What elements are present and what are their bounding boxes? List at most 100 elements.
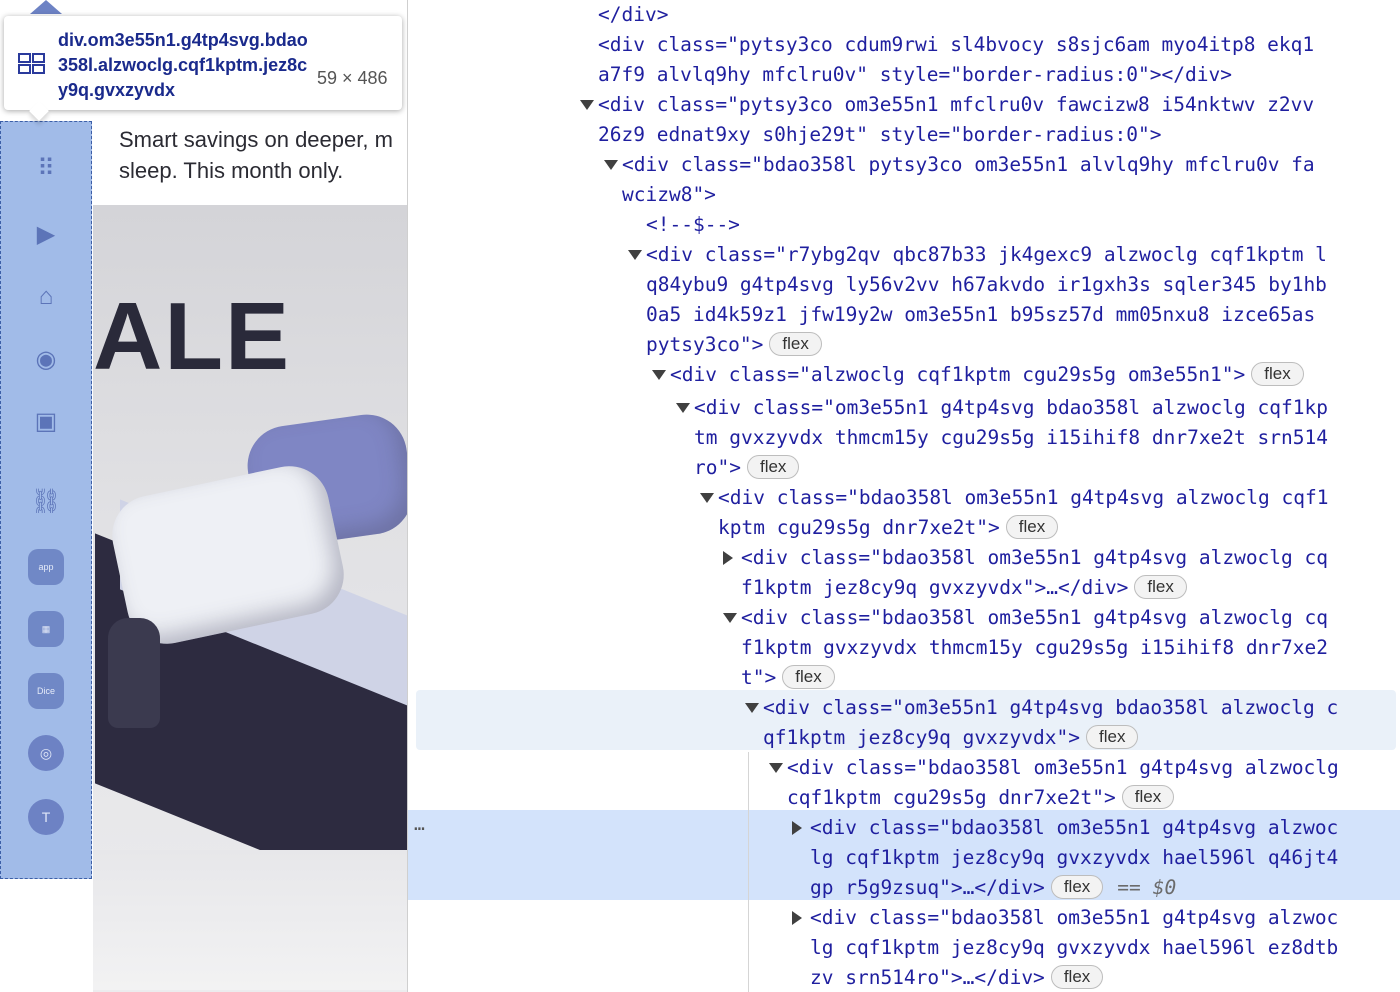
devtools-elements-panel[interactable]: </div> <div class="pytsy3co cdum9rwi sl4b… xyxy=(408,0,1400,992)
flex-badge[interactable]: flex xyxy=(1050,875,1104,899)
dom-node-line[interactable]: <div class="bdao358l om3e55n1 g4tp4svg a… xyxy=(741,543,1328,573)
flex-badge[interactable]: flex xyxy=(746,455,800,479)
dom-node-line[interactable]: <div class="bdao358l om3e55n1 g4tp4svg a… xyxy=(787,753,1339,783)
dom-node-text: </div> xyxy=(598,3,669,26)
collapse-triangle-icon[interactable] xyxy=(676,403,690,413)
dom-node-line[interactable]: wcizw8"> xyxy=(622,180,716,210)
floor-image xyxy=(93,850,407,990)
dom-node-text: <div class="bdao358l om3e55n1 g4tp4svg a… xyxy=(787,756,1339,779)
dom-node-line[interactable]: tm gvxzyvdx thmcm15y cgu29s5g i15ihif8 d… xyxy=(694,423,1328,453)
dom-node-line[interactable]: 26z9 ednat9xy s0hje29t" style="border-ra… xyxy=(598,120,1162,150)
app-icon-dice[interactable]: Dice xyxy=(28,673,64,709)
dom-node-line[interactable]: <div class="bdao358l om3e55n1 g4tp4svg a… xyxy=(810,813,1338,843)
dom-node-text: <div class="pytsy3co cdum9rwi sl4bvocy s… xyxy=(598,33,1315,56)
dom-node-text: f1kptm jez8cy9q gvxzyvdx">…</div> xyxy=(741,576,1129,599)
dom-node-line[interactable]: <!--$--> xyxy=(646,210,740,240)
expand-triangle-icon[interactable] xyxy=(792,821,802,835)
dom-node-text: gp r5g9zsuq">…</div> xyxy=(810,876,1045,899)
dom-node-text: lg cqf1kptm jez8cy9q gvxzyvdx hael596l q… xyxy=(810,846,1339,869)
video-icon[interactable]: ▶ xyxy=(28,216,64,252)
flex-badge[interactable]: flex xyxy=(1121,785,1175,809)
dom-node-line[interactable]: pytsy3co"> flex xyxy=(646,330,822,360)
flex-badge[interactable]: flex xyxy=(1085,725,1139,749)
collapse-triangle-icon[interactable] xyxy=(628,250,642,260)
tooltip-selector: div.om3e55n1.g4tp4svg.bdao358l.alzwoclg.… xyxy=(58,30,308,100)
dom-node-line[interactable]: lg cqf1kptm jez8cy9q gvxzyvdx hael596l q… xyxy=(810,843,1338,873)
dom-node-text: <div class="bdao358l om3e55n1 g4tp4svg a… xyxy=(741,546,1328,569)
app-icon-4[interactable]: ◎ xyxy=(28,735,64,771)
collapse-triangle-icon[interactable] xyxy=(700,493,714,503)
flex-badge[interactable]: flex xyxy=(1005,515,1059,539)
dom-node-text: <div class="alzwoclg cqf1kptm cgu29s5g o… xyxy=(670,363,1246,386)
indent-guide xyxy=(748,752,749,992)
dom-node-line[interactable]: </div> xyxy=(598,0,668,30)
collapse-triangle-icon[interactable] xyxy=(580,100,594,110)
more-options-icon[interactable]: … xyxy=(414,814,425,835)
app-icon-t[interactable]: T xyxy=(28,799,64,835)
up-arrow-icon xyxy=(30,0,62,14)
collapse-triangle-icon[interactable] xyxy=(604,160,618,170)
dom-node-text: <div class="bdao358l om3e55n1 g4tp4svg a… xyxy=(741,606,1328,629)
dom-node-line[interactable]: lg cqf1kptm jez8cy9q gvxzyvdx hael596l e… xyxy=(810,933,1338,963)
dom-node-text: wcizw8"> xyxy=(622,183,716,206)
tooltip-dimensions: 59 × 486 xyxy=(317,68,388,88)
dom-node-line[interactable]: f1kptm gvxzyvdx thmcm15y cgu29s5g i15ihi… xyxy=(741,633,1328,663)
flex-badge[interactable]: flex xyxy=(1050,965,1104,989)
dom-node-text: 0a5 id4k59z1 jfw19y2w om3e55n1 b95sz57d … xyxy=(646,303,1316,326)
flex-badge[interactable]: flex xyxy=(1134,575,1187,599)
link-icon[interactable]: ⛓ xyxy=(28,483,64,519)
dom-node-text: <div class="bdao358l om3e55n1 g4tp4svg a… xyxy=(718,486,1329,509)
dom-node-line[interactable]: <div class="r7ybg2qv qbc87b33 jk4gexc9 a… xyxy=(646,240,1327,270)
dom-node-line[interactable]: <div class="pytsy3co om3e55n1 mfclru0v f… xyxy=(598,90,1314,120)
dom-node-line[interactable]: <div class="alzwoclg cqf1kptm cgu29s5g o… xyxy=(670,360,1304,390)
flex-badge[interactable]: flex xyxy=(782,665,835,689)
dom-node-text: kptm cgu29s5g dnr7xe2t"> xyxy=(718,516,1000,539)
dom-node-line[interactable]: a7f9 alvlq9hy mfclru0v" style="border-ra… xyxy=(598,60,1232,90)
dom-node-line[interactable]: zv srn514ro">…</div> flex xyxy=(810,963,1104,992)
dom-node-text: 26z9 ednat9xy s0hje29t" style="border-ra… xyxy=(598,123,1162,146)
dom-node-text: qf1kptm jez8cy9q gvxzyvdx"> xyxy=(763,726,1080,749)
dom-node-line[interactable]: cqf1kptm cgu29s5g dnr7xe2t"> flex xyxy=(787,783,1175,813)
inspector-tooltip: div.om3e55n1.g4tp4svg.bdao358l.alzwoclg.… xyxy=(4,16,402,110)
promo-text: Smart savings on deeper, m sleep. This m… xyxy=(119,127,393,183)
dom-node-line[interactable]: gp r5g9zsuq">…</div> flex == $0 xyxy=(810,873,1176,903)
gaming-icon[interactable]: ▣ xyxy=(28,403,64,439)
expand-triangle-icon[interactable] xyxy=(792,911,802,925)
dom-node-line[interactable]: <div class="pytsy3co cdum9rwi sl4bvocy s… xyxy=(598,30,1314,60)
dom-node-line[interactable]: t"> flex xyxy=(741,663,835,693)
dom-node-line[interactable]: <div class="om3e55n1 g4tp4svg bdao358l a… xyxy=(763,693,1338,723)
marketplace-icon[interactable]: ⌂ xyxy=(28,279,64,315)
dom-node-line[interactable]: qf1kptm jez8cy9q gvxzyvdx"> flex xyxy=(763,723,1139,753)
collapse-triangle-icon[interactable] xyxy=(745,703,759,713)
console-ref-var: $0 xyxy=(1152,876,1177,899)
collapse-triangle-icon[interactable] xyxy=(723,613,737,623)
dom-node-text: tm gvxzyvdx thmcm15y cgu29s5g i15ihif8 d… xyxy=(694,426,1328,449)
groups-icon[interactable]: ◉ xyxy=(28,341,64,377)
dom-node-line[interactable]: f1kptm jez8cy9q gvxzyvdx">…</div> flex xyxy=(741,573,1187,603)
dom-node-text: f1kptm gvxzyvdx thmcm15y cgu29s5g i15ihi… xyxy=(741,636,1328,659)
dom-node-line[interactable]: <div class="bdao358l pytsy3co om3e55n1 a… xyxy=(622,150,1315,180)
dom-node-text: <div class="bdao358l pytsy3co om3e55n1 a… xyxy=(622,153,1315,176)
dom-node-text: q84ybu9 g4tp4svg ly56v2vv h67akvdo ir1gx… xyxy=(646,273,1327,296)
app-icon-1[interactable]: app xyxy=(28,549,64,585)
dom-node-text: <div class="bdao358l om3e55n1 g4tp4svg a… xyxy=(810,816,1339,839)
expand-triangle-icon[interactable] xyxy=(723,551,733,565)
dom-node-text: lg cqf1kptm jez8cy9q gvxzyvdx hael596l e… xyxy=(810,936,1339,959)
dom-node-line[interactable]: kptm cgu29s5g dnr7xe2t"> flex xyxy=(718,513,1059,543)
dom-node-text: t"> xyxy=(741,666,777,689)
collapse-triangle-icon[interactable] xyxy=(769,763,783,773)
dom-node-line[interactable]: <div class="om3e55n1 g4tp4svg bdao358l a… xyxy=(694,393,1328,423)
flex-layout-icon xyxy=(18,53,45,74)
collapse-triangle-icon[interactable] xyxy=(652,370,666,380)
dom-node-line[interactable]: ro"> flex xyxy=(694,453,800,483)
app-icon-2[interactable]: ▦ xyxy=(28,611,64,647)
flex-badge[interactable]: flex xyxy=(1251,362,1304,386)
dom-node-line[interactable]: 0a5 id4k59z1 jfw19y2w om3e55n1 b95sz57d … xyxy=(646,300,1315,330)
dom-node-line[interactable]: <div class="bdao358l om3e55n1 g4tp4svg a… xyxy=(810,903,1338,933)
dom-node-line[interactable]: <div class="bdao358l om3e55n1 g4tp4svg a… xyxy=(741,603,1328,633)
dom-node-text: <div class="om3e55n1 g4tp4svg bdao358l a… xyxy=(694,396,1328,419)
dom-node-line[interactable]: q84ybu9 g4tp4svg ly56v2vv h67akvdo ir1gx… xyxy=(646,270,1327,300)
grid-icon[interactable]: ⠿ xyxy=(28,150,64,186)
dom-node-line[interactable]: <div class="bdao358l om3e55n1 g4tp4svg a… xyxy=(718,483,1328,513)
flex-badge[interactable]: flex xyxy=(769,332,822,356)
